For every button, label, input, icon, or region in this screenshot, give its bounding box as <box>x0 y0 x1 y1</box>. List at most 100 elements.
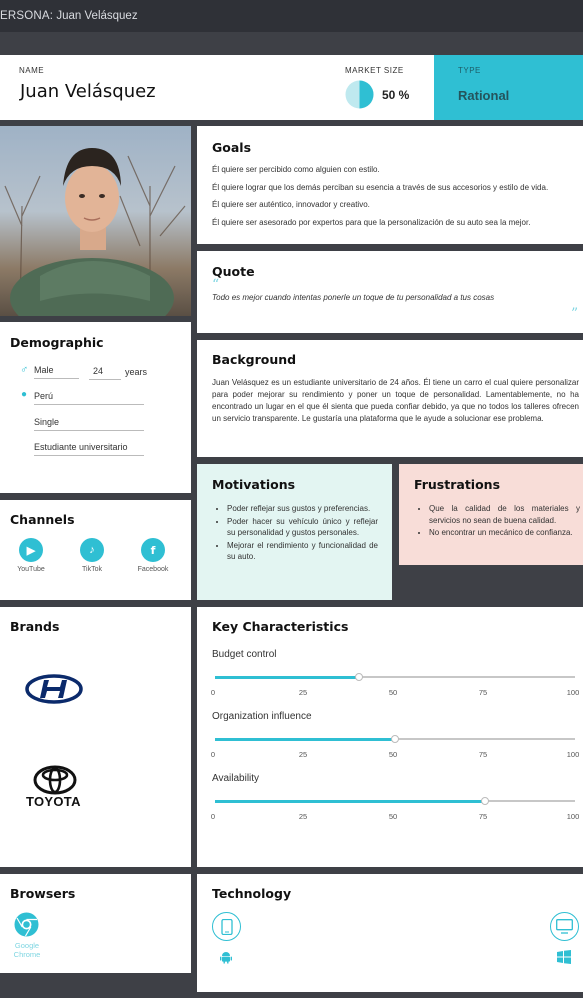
top-bar-prefix: ERSONA: <box>0 10 54 22</box>
channel-tiktok[interactable]: ♪ TikTok <box>67 538 117 573</box>
slider-knob[interactable] <box>481 797 489 805</box>
hyundai-logo <box>25 674 83 704</box>
technology-card: Technology <box>197 874 583 992</box>
motivations-title: Motivations <box>212 477 296 492</box>
characteristic-label: Budget control <box>212 649 277 660</box>
motivations-card: Motivations Poder reflejar sus gustos y … <box>197 464 392 600</box>
type-card: TYPE Rational <box>434 55 583 120</box>
slider-tick-label: 25 <box>298 688 308 697</box>
brands-title: Brands <box>10 619 60 634</box>
quote-text: Todo es mejor cuando intentas ponerle un… <box>212 293 495 302</box>
channel-label: TikTok <box>82 566 102 573</box>
characteristic-slider[interactable] <box>215 797 575 805</box>
persona-name: Juan Velásquez <box>20 81 156 102</box>
header-card: NAME Juan Velásquez MARKET SIZE 50 % <box>0 55 434 120</box>
status-field: Single <box>34 417 144 431</box>
characteristics-card: Key Characteristics Budget control 0 25 50 7… <box>197 607 583 867</box>
top-bar-name: Juan Velásquez <box>56 10 138 22</box>
type-value: Rational <box>458 88 510 103</box>
browsers-title: Browsers <box>10 886 76 901</box>
characteristic-label: Availability <box>212 773 260 784</box>
browser-label: Google Chrome <box>13 941 41 959</box>
open-quote-icon: “ <box>212 277 220 293</box>
frustrations-list: Que la calidad de los materiales y servi… <box>415 503 580 540</box>
slider-tick-label: 0 <box>210 688 216 697</box>
slider-tick-label: 50 <box>388 812 398 821</box>
demographic-title: Demographic <box>10 335 104 350</box>
chrome-icon[interactable] <box>14 912 39 937</box>
slider-tick-label: 25 <box>298 812 308 821</box>
goals-card: Goals Él quiere ser percibido como algui… <box>197 126 583 244</box>
channel-youtube[interactable]: ▶ YouTube <box>6 538 56 573</box>
market-size-label: MARKET SIZE <box>345 66 404 75</box>
motivations-list: Poder reflejar sus gustos y preferencias… <box>213 503 378 564</box>
smartphone-icon <box>212 912 241 941</box>
gender-field: Male <box>34 365 79 379</box>
close-quote-icon: ” <box>571 306 579 322</box>
slider-tick-label: 75 <box>478 812 488 821</box>
persona-photo <box>0 126 191 316</box>
location-pin-icon: ● <box>21 389 28 400</box>
slider-tick-label: 50 <box>388 750 398 759</box>
age-field: 24 <box>89 366 121 380</box>
male-icon: ♂ <box>20 364 29 376</box>
slider-fill <box>215 737 395 741</box>
brands-card: Brands TOYOTA <box>0 607 191 867</box>
type-label: TYPE <box>458 66 481 75</box>
characteristic-label: Organization influence <box>212 711 312 722</box>
frustrations-card: Frustrations Que la calidad de los mater… <box>399 464 583 565</box>
background-card: Background Juan Velásquez es un estudian… <box>197 340 583 457</box>
characteristics-title: Key Characteristics <box>212 619 349 634</box>
channel-label: YouTube <box>17 566 45 573</box>
motivation-item: Poder reflejar sus gustos y preferencias… <box>227 503 378 515</box>
slider-fill <box>215 675 359 679</box>
android-icon <box>220 952 232 964</box>
goal-item: Él quiere ser asesorado por expertos par… <box>212 218 531 227</box>
slider-knob[interactable] <box>391 735 399 743</box>
slider-tick-label: 0 <box>210 812 216 821</box>
toyota-wordmark: TOYOTA <box>26 794 81 809</box>
slider-tick-label: 100 <box>566 688 580 697</box>
slider-fill <box>215 799 485 803</box>
frustration-item: No encontrar un mecánico de confianza. <box>429 527 580 539</box>
goals-title: Goals <box>212 140 252 155</box>
top-bar: ERSONA: Juan Velásquez <box>0 0 583 32</box>
slider-tick-label: 0 <box>210 750 216 759</box>
technology-title: Technology <box>212 886 292 901</box>
slider-tick-label: 100 <box>566 812 580 821</box>
goal-item: Él quiere ser auténtico, innovador y cre… <box>212 200 370 209</box>
age-unit: years <box>125 367 148 377</box>
motivation-item: Mejorar el rendimiento y funcionalidad d… <box>227 540 378 563</box>
characteristic-slider[interactable] <box>215 735 575 743</box>
slider-tick-label: 25 <box>298 750 308 759</box>
slider-knob[interactable] <box>355 673 363 681</box>
toyota-logo <box>33 765 77 795</box>
tiktok-icon: ♪ <box>80 538 104 562</box>
facebook-icon: f <box>141 538 165 562</box>
frustration-item: Que la calidad de los materiales y servi… <box>429 503 580 526</box>
market-size-value: 50 % <box>382 88 410 102</box>
slider-tick-label: 100 <box>566 750 580 759</box>
motivation-item: Poder hacer su vehículo único y reflejar… <box>227 516 378 539</box>
frustrations-title: Frustrations <box>414 477 501 492</box>
slider-tick-label: 75 <box>478 750 488 759</box>
market-size-pie <box>345 80 374 109</box>
youtube-icon: ▶ <box>19 538 43 562</box>
demographic-card: Demographic ♂ Male 24 years ● Perú Singl… <box>0 322 191 493</box>
channels-card: Channels ▶ YouTube ♪ TikTok f Facebook <box>0 500 191 600</box>
name-label: NAME <box>19 66 45 75</box>
background-title: Background <box>212 352 297 367</box>
occupation-field: Estudiante universitario <box>34 442 144 456</box>
slider-tick-label: 50 <box>388 688 398 697</box>
quote-card: Quote “ Todo es mejor cuando intentas po… <box>197 251 583 333</box>
desktop-icon <box>550 912 579 941</box>
characteristic-slider[interactable] <box>215 673 575 681</box>
browsers-card: Browsers Google Chrome <box>0 874 191 973</box>
slider-tick-label: 75 <box>478 688 488 697</box>
channel-label: Facebook <box>137 566 169 573</box>
background-text: Juan Velásquez es un estudiante universi… <box>212 378 579 423</box>
channel-facebook[interactable]: f Facebook <box>128 538 178 573</box>
channels-title: Channels <box>10 512 75 527</box>
location-field: Perú <box>34 391 144 405</box>
goal-item: Él quiere lograr que los demás perciban … <box>212 183 549 192</box>
